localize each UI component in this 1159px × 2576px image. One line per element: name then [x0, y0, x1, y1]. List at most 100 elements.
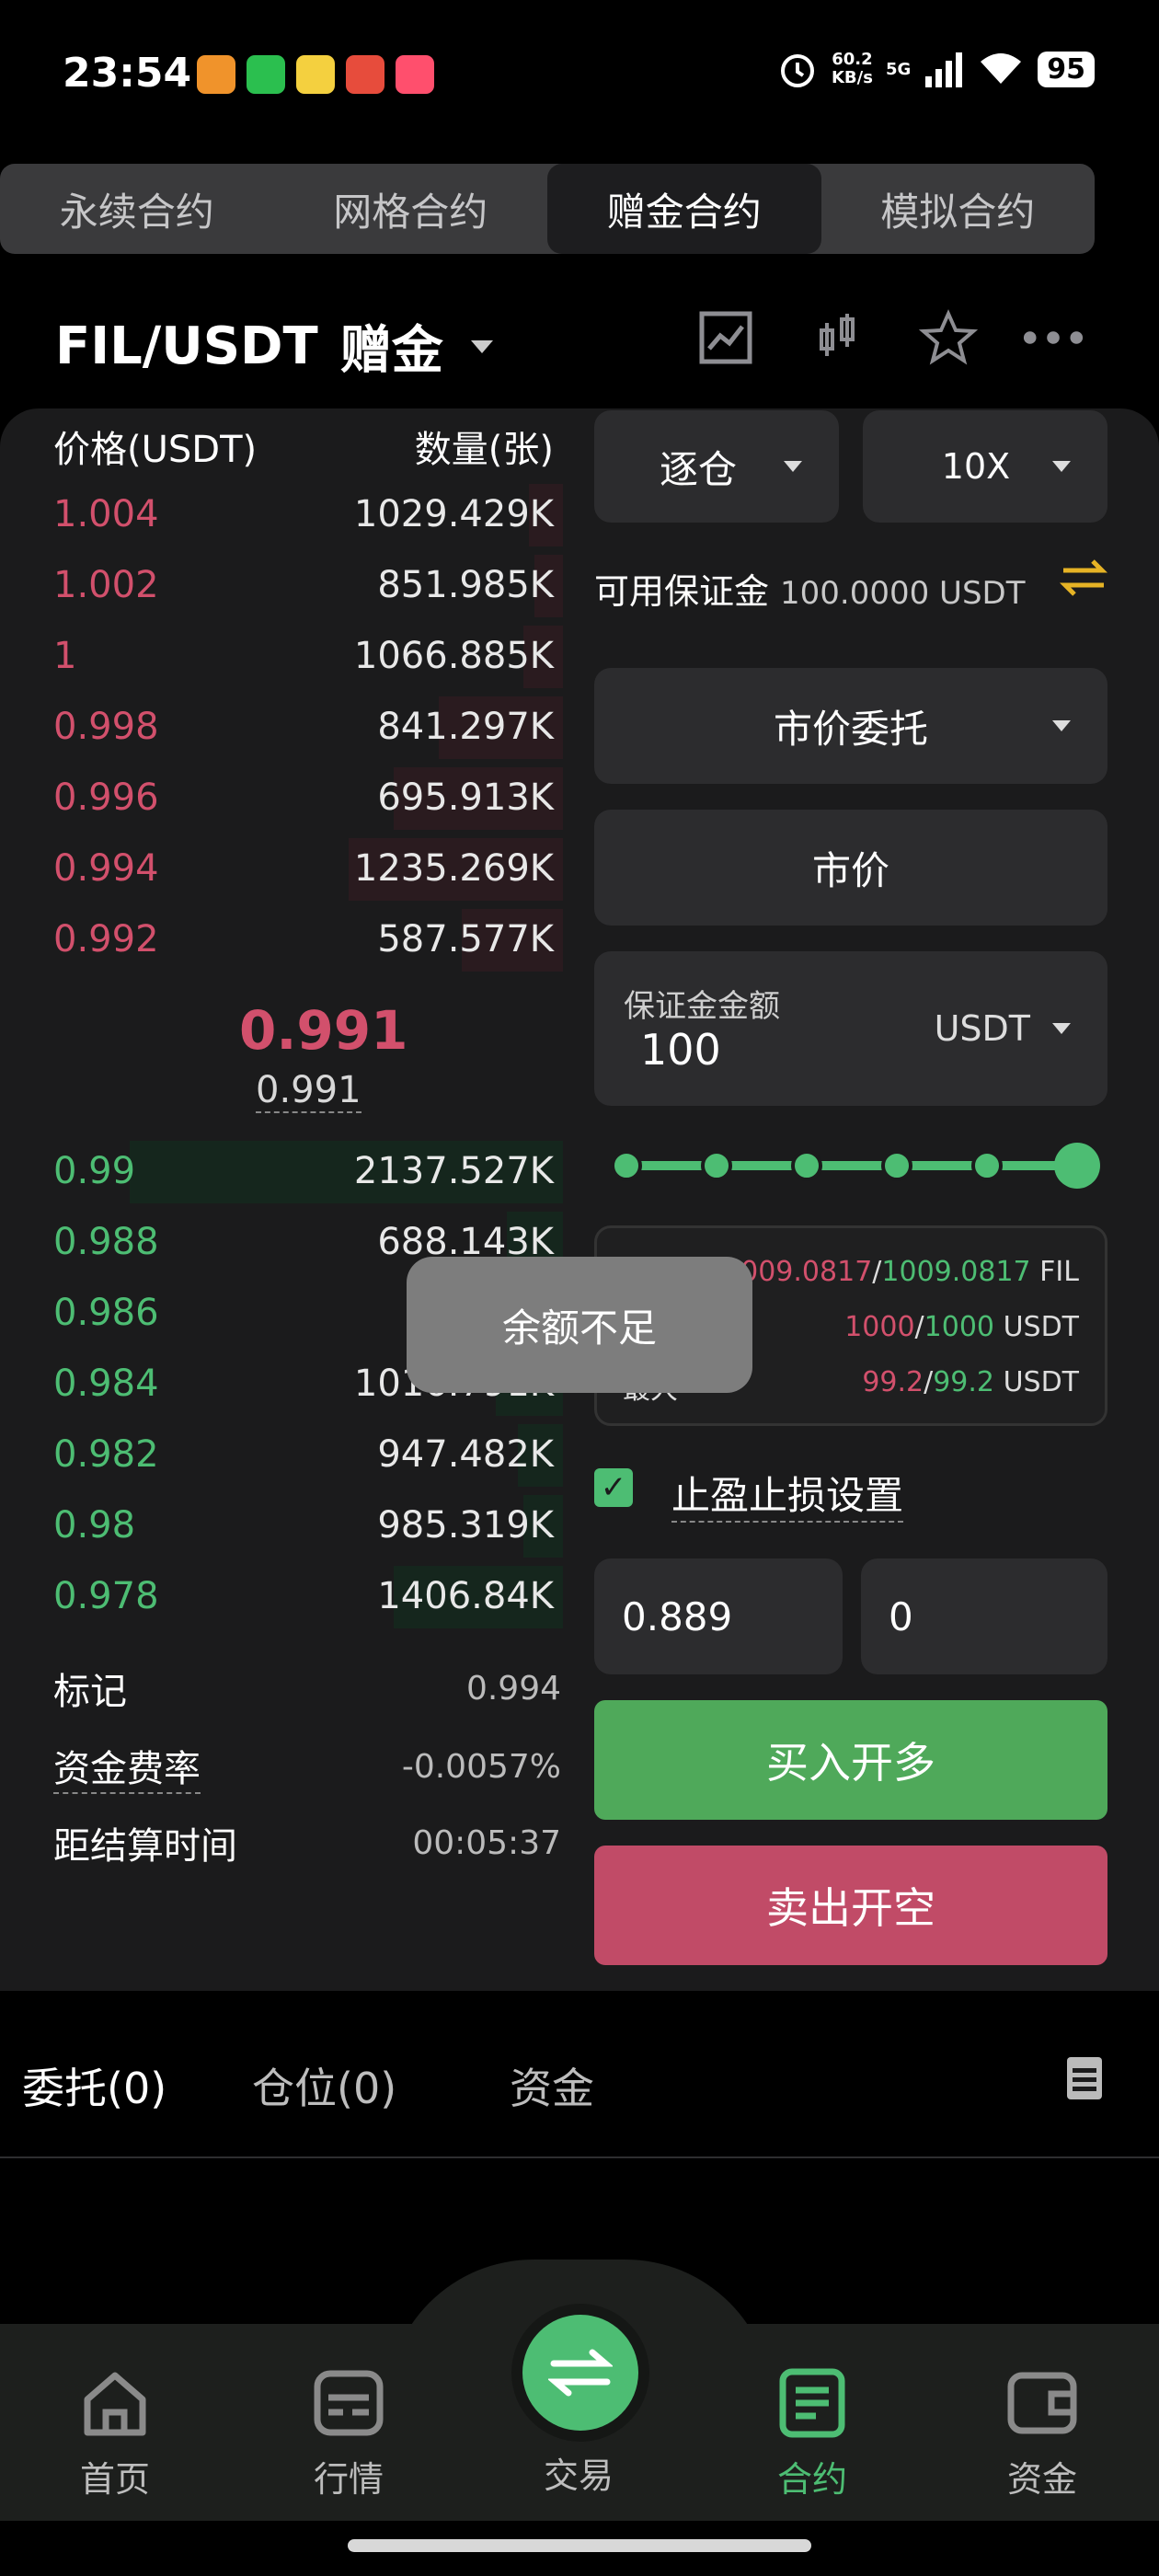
tab-perpetual[interactable]: 永续合约 [0, 164, 274, 254]
take-profit-value: 0.889 [622, 1593, 733, 1639]
bid-row[interactable]: 0.978 1406.84K [0, 1562, 563, 1632]
chart-icon[interactable] [694, 305, 758, 370]
slider-stop[interactable] [701, 1150, 732, 1181]
order-type-select[interactable]: 市价委托 [594, 668, 1107, 784]
ask-row[interactable]: 1.002 851.985K [0, 551, 563, 621]
ask-row[interactable]: 0.994 1235.269K [0, 834, 563, 904]
row-price: 1.004 [53, 493, 159, 535]
tab-grid[interactable]: 网格合约 [274, 164, 548, 254]
slider-stop[interactable] [611, 1150, 642, 1181]
nav-market-label: 行情 [313, 2459, 384, 2500]
row-price: 0.996 [53, 776, 159, 819]
margin-amount-value[interactable]: 100 [640, 1025, 721, 1075]
summary-line-2: 1000/1000 USDT [844, 1311, 1079, 1343]
slider-stop[interactable] [791, 1150, 822, 1181]
mark-row: 标记 0.994 [53, 1662, 561, 1715]
row-price: 1 [53, 635, 77, 677]
currency-select[interactable]: USDT [935, 1008, 1030, 1049]
amount-slider-track[interactable] [625, 1161, 1076, 1170]
row-price: 1.002 [53, 564, 159, 606]
available-value: 100.0000 USDT [780, 575, 1026, 612]
margin-mode-select[interactable]: 逐仓 [594, 410, 839, 523]
settle-value: 00:05:37 [412, 1823, 561, 1862]
nav-trade[interactable]: 交易 [510, 2447, 648, 2498]
wallet-icon [1007, 2372, 1077, 2434]
status-time: 23:54 [63, 50, 192, 97]
bid-row[interactable]: 0.99 2137.527K [0, 1137, 563, 1207]
transfer-icon[interactable] [1059, 558, 1108, 602]
home-indicator [348, 2539, 811, 2552]
sell-short-button[interactable]: 卖出开空 [594, 1846, 1107, 1965]
slider-stop[interactable] [971, 1150, 1003, 1181]
margin-amount-field[interactable]: 保证金金额 100 USDT [594, 951, 1107, 1106]
row-price: 0.994 [53, 847, 159, 890]
nav-home-label: 首页 [79, 2459, 150, 2500]
leverage-select[interactable]: 10X [863, 410, 1107, 523]
row-price: 0.98 [53, 1504, 136, 1547]
nav-trade-label: 交易 [543, 2455, 614, 2496]
ask-row[interactable]: 1.004 1029.429K [0, 480, 563, 550]
status-bar: 23:54 60.2 KB/s 5G 95 [0, 0, 1159, 156]
last-price[interactable]: 0.991 [239, 999, 407, 1062]
funding-label[interactable]: 资金费率 [53, 1739, 201, 1794]
nav-home[interactable]: 首页 [46, 2366, 184, 2501]
tab-simulated[interactable]: 模拟合约 [821, 164, 1096, 254]
tpsl-checkbox[interactable]: ✓ [594, 1468, 633, 1507]
row-qty: 1235.269K [353, 847, 554, 890]
slider-handle[interactable] [1054, 1143, 1100, 1189]
net-speed: 60.2 KB/s [831, 50, 873, 87]
ask-row[interactable]: 0.998 841.297K [0, 693, 563, 763]
qty-column-header: 数量(张) [414, 429, 554, 471]
take-profit-input[interactable]: 0.889 [594, 1558, 843, 1674]
tab-orders[interactable]: 委托(0) [22, 2055, 166, 2116]
margin-mode-label: 逐仓 [659, 446, 737, 492]
market-icon [314, 2370, 384, 2436]
bid-row[interactable]: 0.98 985.319K [0, 1491, 563, 1561]
price-type-field[interactable]: 市价 [594, 810, 1107, 926]
leverage-label: 10X [941, 446, 1011, 487]
star-icon[interactable] [916, 305, 981, 370]
app-notification-icon [296, 55, 335, 94]
home-icon [84, 2372, 146, 2436]
signal-icon [925, 52, 963, 87]
row-qty: 851.985K [377, 564, 554, 606]
buy-long-button[interactable]: 买入开多 [594, 1700, 1107, 1820]
tab-positions[interactable]: 仓位(0) [252, 2055, 396, 2116]
row-price: 0.992 [53, 918, 159, 960]
funding-value: -0.0057% [401, 1747, 561, 1786]
summary-line-3: 99.2/99.2 USDT [862, 1366, 1079, 1398]
row-qty: 587.577K [377, 918, 554, 960]
tab-assets[interactable]: 资金 [510, 2055, 594, 2116]
contract-icon [779, 2368, 845, 2438]
slider-stop[interactable] [881, 1150, 912, 1181]
nav-contract-label: 合约 [776, 2459, 847, 2500]
tpsl-label[interactable]: 止盈止损设置 [671, 1465, 904, 1523]
nav-market[interactable]: 行情 [280, 2366, 418, 2501]
tab-bonus[interactable]: 赠金合约 [547, 164, 821, 254]
row-price: 0.984 [53, 1363, 159, 1405]
divider [0, 2156, 1159, 2158]
stop-loss-input[interactable]: 0 [861, 1558, 1107, 1674]
nav-assets[interactable]: 资金 [973, 2366, 1111, 2501]
row-price: 0.99 [53, 1150, 136, 1192]
available-label: 可用保证金 [594, 571, 770, 612]
pair-selector[interactable]: FIL/USDT 赠金 [55, 309, 493, 384]
wechat-notification-icon [247, 55, 285, 94]
mark-price-sub: 0.991 [256, 1069, 361, 1113]
more-icon[interactable] [1021, 305, 1085, 370]
ask-row[interactable]: 1 1066.885K [0, 622, 563, 692]
row-price: 0.998 [53, 706, 159, 748]
chevron-down-icon [1052, 1023, 1071, 1034]
bid-row[interactable]: 0.982 947.482K [0, 1420, 563, 1490]
stop-loss-value: 0 [889, 1593, 913, 1639]
candlestick-icon[interactable] [806, 305, 870, 370]
nav-contract[interactable]: 合约 [743, 2366, 881, 2501]
list-icon[interactable] [1065, 2055, 1104, 2105]
row-qty: 1029.429K [353, 493, 554, 535]
funding-row: 资金费率 -0.0057% [53, 1739, 561, 1794]
ask-row[interactable]: 0.992 587.577K [0, 905, 563, 975]
row-price: 0.986 [53, 1292, 159, 1334]
ask-row[interactable]: 0.996 695.913K [0, 764, 563, 834]
nav-trade-button[interactable] [522, 2315, 638, 2431]
chevron-down-icon [470, 339, 493, 353]
